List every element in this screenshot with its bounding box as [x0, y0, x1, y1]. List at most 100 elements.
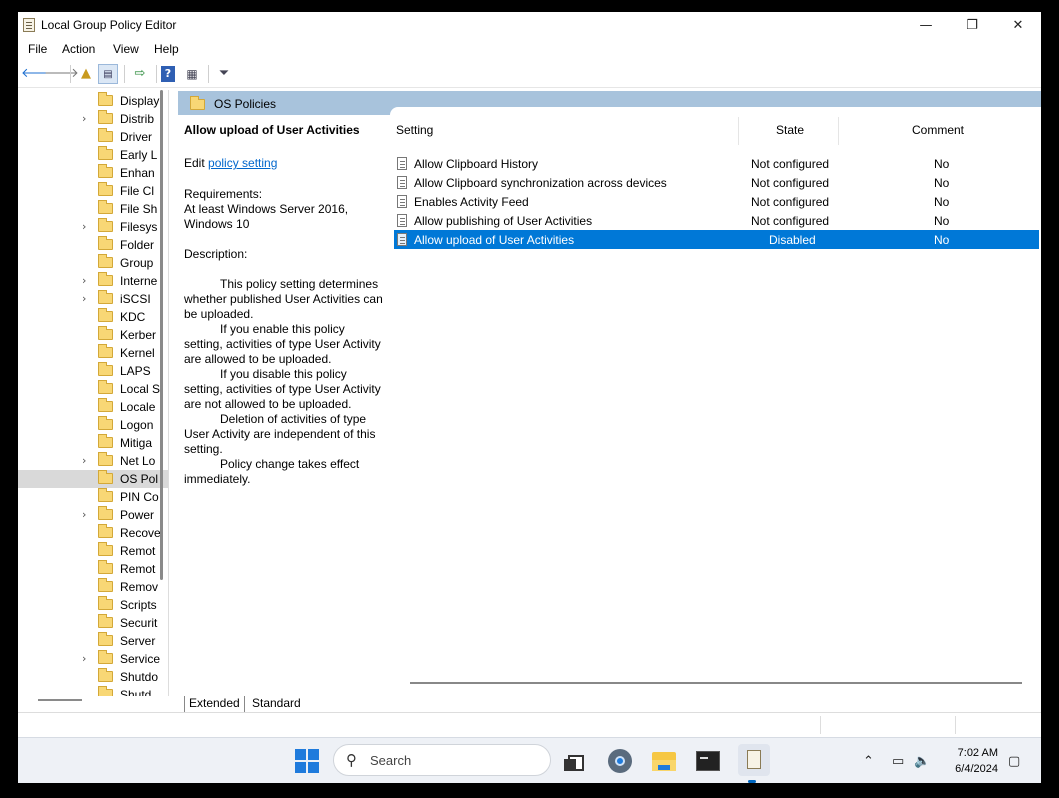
tab-extended[interactable]: Extended: [184, 696, 245, 713]
tree-item[interactable]: File Cl: [18, 182, 168, 200]
taskbar-search[interactable]: ⚲ Search: [333, 744, 551, 776]
start-button[interactable]: [295, 749, 319, 773]
tree-item[interactable]: › Net Lo: [18, 452, 168, 470]
tree-item[interactable]: › iSCSI: [18, 290, 168, 308]
tree-item[interactable]: › Filesys: [18, 218, 168, 236]
menu-action[interactable]: Action: [62, 42, 95, 56]
close-button[interactable]: ✕: [995, 12, 1041, 39]
tree-item[interactable]: File Sh: [18, 200, 168, 218]
properties-icon[interactable]: ▦: [182, 64, 202, 84]
tree-item[interactable]: Early L: [18, 146, 168, 164]
column-header-comment[interactable]: Comment: [912, 123, 964, 137]
setting-state: Not configured: [751, 176, 830, 190]
tree-item[interactable]: OS Pol: [18, 470, 168, 488]
tree-item[interactable]: Server: [18, 632, 168, 650]
setting-state: Disabled: [769, 233, 816, 247]
tree-item[interactable]: Display: [18, 92, 168, 110]
network-icon[interactable]: ▭: [892, 754, 904, 769]
file-explorer-icon[interactable]: [650, 747, 678, 775]
folder-icon: [98, 578, 113, 592]
tree-item[interactable]: Enhan: [18, 164, 168, 182]
tree-item[interactable]: Securit: [18, 614, 168, 632]
volume-icon[interactable]: 🔈: [914, 754, 930, 769]
tree-item[interactable]: › Service: [18, 650, 168, 668]
expand-chevron-icon[interactable]: ›: [82, 220, 86, 233]
tree-item[interactable]: Folder: [18, 236, 168, 254]
tree-item-label: Remov: [120, 580, 159, 594]
expand-chevron-icon[interactable]: ›: [82, 112, 86, 125]
tree-item[interactable]: › Distrib: [18, 110, 168, 128]
expand-chevron-icon[interactable]: ›: [82, 508, 86, 521]
back-icon[interactable]: 🡐: [21, 64, 56, 84]
setting-name: Enables Activity Feed: [414, 195, 529, 209]
up-folder-icon[interactable]: ▲: [76, 64, 96, 84]
tree-horizontal-scrollbar[interactable]: [38, 699, 82, 701]
tree-item[interactable]: Remot: [18, 542, 168, 560]
folder-icon: [98, 596, 113, 610]
tree-item[interactable]: Kernel: [18, 344, 168, 362]
tree-item[interactable]: › Power: [18, 506, 168, 524]
tree-item-label: Shutdo: [120, 670, 159, 684]
tree-item[interactable]: Kerber: [18, 326, 168, 344]
policy-setting-icon: [397, 176, 407, 189]
tree-item[interactable]: PIN Co: [18, 488, 168, 506]
expand-chevron-icon[interactable]: ›: [82, 652, 86, 665]
minimize-button[interactable]: —: [903, 12, 949, 39]
tree-item[interactable]: Local S: [18, 380, 168, 398]
tree-vertical-scrollbar[interactable]: [160, 90, 163, 580]
tree-item[interactable]: › Interne: [18, 272, 168, 290]
tree-item[interactable]: Shutdo: [18, 668, 168, 686]
expand-chevron-icon[interactable]: ›: [82, 454, 86, 467]
menu-file[interactable]: File: [28, 42, 47, 56]
clock[interactable]: 7:02 AM 6/4/2024: [946, 745, 998, 777]
show-hide-tree-icon[interactable]: ▤: [98, 64, 118, 84]
setting-row[interactable]: Enables Activity Feed Not configured No: [394, 192, 1039, 211]
tree-item[interactable]: Logon: [18, 416, 168, 434]
expand-chevron-icon[interactable]: ›: [82, 292, 86, 305]
tree-item[interactable]: Scripts: [18, 596, 168, 614]
edit-policy-link[interactable]: policy setting: [208, 156, 277, 170]
column-header-state[interactable]: State: [776, 123, 804, 137]
tree-item[interactable]: LAPS: [18, 362, 168, 380]
folder-icon: [98, 380, 113, 394]
task-view-icon[interactable]: [562, 747, 590, 775]
tab-standard[interactable]: Standard: [248, 696, 305, 712]
tree-item-label: Shutd: [120, 688, 152, 696]
folder-icon: [98, 110, 113, 124]
export-list-icon[interactable]: ⇨: [130, 64, 150, 84]
chevron-up-icon[interactable]: ⌃: [863, 754, 874, 769]
list-horizontal-scrollbar[interactable]: [410, 682, 1022, 684]
setting-row[interactable]: Allow Clipboard synchronization across d…: [394, 173, 1039, 192]
menu-help[interactable]: Help: [154, 42, 179, 56]
expand-chevron-icon[interactable]: ›: [82, 274, 86, 287]
tree-item[interactable]: Mitiga: [18, 434, 168, 452]
tree-item[interactable]: Driver: [18, 128, 168, 146]
tree-item[interactable]: Remov: [18, 578, 168, 596]
main-pane: OS Policies Allow upload of User Activit…: [178, 91, 1041, 715]
help-icon[interactable]: ?: [161, 66, 175, 82]
notification-icon[interactable]: ▢: [1008, 754, 1020, 769]
tree-item[interactable]: Locale: [18, 398, 168, 416]
menu-view[interactable]: View: [113, 42, 139, 56]
filter-icon[interactable]: ⏷: [214, 64, 234, 84]
app-icon: [23, 18, 35, 32]
tree-item[interactable]: Remot: [18, 560, 168, 578]
tree-item[interactable]: Group: [18, 254, 168, 272]
settings-icon[interactable]: [606, 747, 634, 775]
setting-row[interactable]: Allow publishing of User Activities Not c…: [394, 211, 1039, 230]
setting-comment: No: [934, 195, 950, 209]
tree-item-label: Securit: [120, 616, 158, 630]
column-header-setting[interactable]: Setting: [396, 123, 433, 137]
tree-item[interactable]: Shutd: [18, 686, 168, 696]
tree-item[interactable]: Recove: [18, 524, 168, 542]
forward-icon[interactable]: 🡒: [44, 64, 79, 84]
description-paragraph: Deletion of activities of type User Acti…: [184, 412, 376, 456]
tree-item-label: Interne: [120, 274, 158, 288]
description-paragraph: Policy change takes effect immediately.: [184, 457, 360, 486]
terminal-icon[interactable]: [694, 747, 722, 775]
setting-row[interactable]: Allow Clipboard History Not configured No: [394, 154, 1039, 173]
group-policy-icon[interactable]: [738, 744, 770, 783]
maximize-button[interactable]: ❐: [949, 12, 995, 39]
tree-item[interactable]: KDC: [18, 308, 168, 326]
setting-row[interactable]: Allow upload of User Activities Disabled N…: [394, 230, 1039, 249]
